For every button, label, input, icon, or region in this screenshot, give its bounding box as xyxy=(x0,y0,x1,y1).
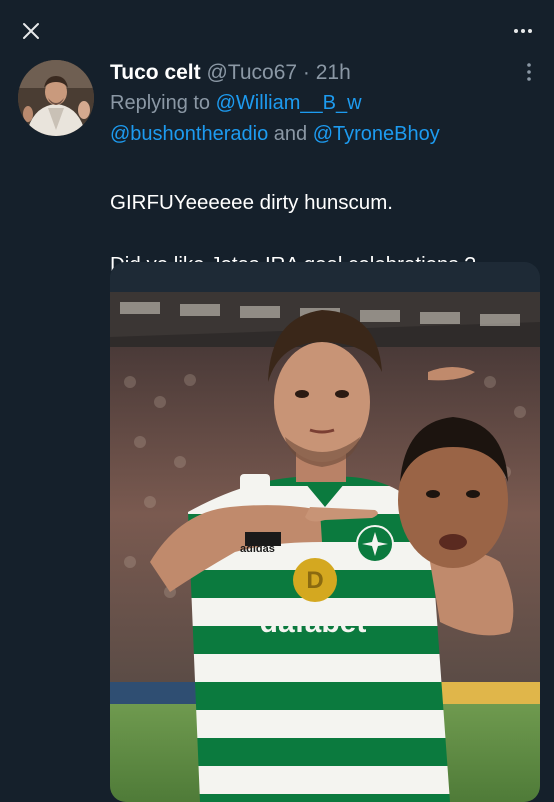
tweet-options-button[interactable] xyxy=(519,60,539,84)
svg-text:D: D xyxy=(306,567,323,594)
close-icon xyxy=(23,23,39,39)
mention-link[interactable]: @bushontheradio xyxy=(110,123,268,145)
avatar[interactable] xyxy=(18,60,94,136)
display-name[interactable]: Tuco celt xyxy=(110,61,201,84)
close-button[interactable] xyxy=(16,16,46,46)
mention-joiner: and xyxy=(273,123,308,145)
kit-logo-text: adidas xyxy=(240,543,275,555)
tweet-text-line: GIRFUYeeeeee dirty hunscum. xyxy=(110,191,393,214)
tweet-media-photo[interactable]: adidas D dafabet xyxy=(110,262,540,802)
more-vertical-icon xyxy=(527,63,531,81)
media-image: adidas D dafabet xyxy=(110,262,540,802)
avatar-image xyxy=(18,60,94,136)
replying-to-label: Replying to xyxy=(110,92,211,114)
header-separator: · xyxy=(302,61,310,84)
user-handle[interactable]: @Tuco67 xyxy=(206,61,297,84)
tweet-header: Tuco celt @Tuco67 · 21h xyxy=(110,58,540,88)
sponsor-text: dafabet xyxy=(260,606,367,639)
replying-to: Replying to @William__B_w @bushontheradi… xyxy=(110,88,540,150)
more-horizontal-icon xyxy=(514,29,532,33)
tweet-timestamp[interactable]: 21h xyxy=(316,61,351,84)
top-bar xyxy=(0,0,554,56)
mention-link[interactable]: @William__B_w xyxy=(216,92,362,114)
more-options-button[interactable] xyxy=(508,16,538,46)
mention-link[interactable]: @TyroneBhoy xyxy=(313,123,440,145)
